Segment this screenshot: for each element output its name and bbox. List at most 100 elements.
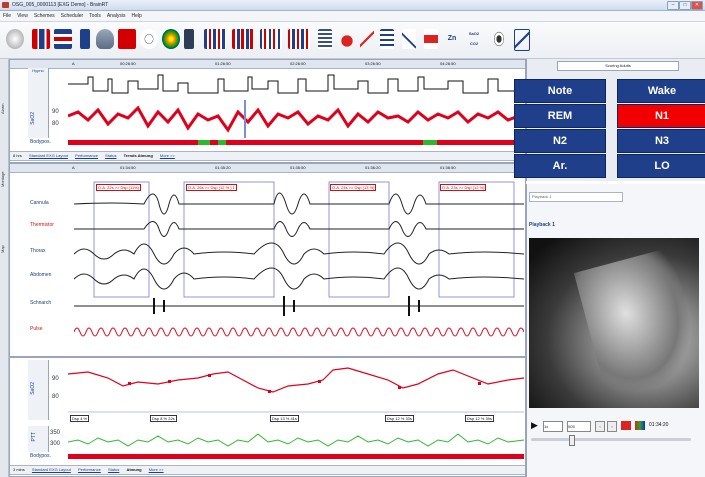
note-button[interactable]: Note: [514, 79, 606, 103]
person-icon[interactable]: [118, 29, 136, 49]
sao2-scale: SaO2: [28, 100, 49, 138]
map-tab[interactable]: Map: [0, 219, 8, 279]
desat-event-label[interactable]: Dsp 13 % 41s: [270, 415, 299, 422]
prev-frame-button[interactable]: ‹: [595, 421, 605, 432]
ecg-icon[interactable]: [360, 29, 374, 49]
video-seek-bar[interactable]: [531, 435, 691, 446]
apnea-event-label[interactable]: O.A. 26s >> Dsp (12 % ) 1: [186, 184, 237, 191]
tab-more[interactable]: More >>: [146, 466, 167, 473]
tab-status[interactable]: Status: [105, 466, 122, 473]
list-icon[interactable]: [318, 29, 332, 49]
ptt-trace: [68, 433, 524, 447]
color-icon[interactable]: [635, 421, 645, 430]
maximize-button[interactable]: □: [679, 1, 691, 10]
channel-label-abdomen: Abdomen: [30, 272, 52, 278]
bars-icon-2[interactable]: [232, 29, 254, 49]
wake-button[interactable]: Wake: [617, 79, 705, 103]
lights-off-button[interactable]: LO: [617, 154, 705, 178]
video-icon[interactable]: [184, 29, 194, 49]
desat-event-label[interactable]: Dsp 8 % 22s: [150, 415, 177, 422]
menu-analysis[interactable]: Analysis: [104, 11, 129, 21]
sao2-overview-trace: [68, 100, 524, 138]
apnea-event-label[interactable]: O.A. 24s >> Dsp (13 %): [330, 184, 377, 191]
desat-event-label[interactable]: Dsp 4 %: [70, 415, 90, 422]
play-icon[interactable]: ▶: [531, 420, 538, 431]
tab-status[interactable]: Status: [102, 152, 119, 159]
lungs-icon[interactable]: [340, 29, 354, 49]
apnea-event-label[interactable]: O.A. 22s >> Dsp (11%): [96, 184, 142, 191]
overview-tabs: 8 hrs Standard EXG Layout Performance St…: [10, 151, 525, 161]
menu-scheduler[interactable]: Scheduler: [58, 11, 87, 21]
scoring-mode-dropdown[interactable]: Scoring Adults: [557, 61, 679, 71]
trend-icon[interactable]: [514, 29, 530, 51]
signal-time: 01:34:50: [120, 165, 136, 170]
graph-icon[interactable]: [402, 29, 416, 49]
overview-time: 00:26:50: [120, 61, 136, 66]
video-controls: ▶ 1x 005 ‹ › 01:34:20: [529, 420, 704, 432]
topomap-icon[interactable]: [162, 29, 180, 49]
sao2-co2-button[interactable]: SaO2 CO2: [466, 29, 482, 49]
video-frame[interactable]: [529, 238, 705, 408]
window-title: OSG_005_0000113 [EXG Demo] - BrainRT: [12, 2, 109, 8]
layout-icon[interactable]: [54, 29, 72, 49]
signal-panel: A 01:34:50 01:35:20 01:35:50 01:36:20 01…: [9, 163, 526, 357]
apnea-event-label[interactable]: O.A. 23s >> Dsp (12 %): [440, 184, 487, 191]
desat-event-label[interactable]: Dsp 12 % 39s: [465, 415, 494, 422]
montage-tab[interactable]: Montage: [0, 149, 8, 209]
menu-tools[interactable]: Tools: [86, 11, 104, 21]
seek-thumb[interactable]: [569, 435, 575, 446]
menu-file[interactable]: File: [0, 11, 14, 21]
menu-help[interactable]: Help: [128, 11, 144, 21]
bars-icon-4[interactable]: [288, 29, 310, 49]
table-icon[interactable]: [380, 29, 394, 49]
minimize-button[interactable]: –: [667, 1, 679, 10]
overview-time: 04:26:50: [440, 61, 456, 66]
bars-icon-3[interactable]: [260, 29, 282, 49]
tab-performance[interactable]: Performance: [72, 152, 101, 159]
next-frame-button[interactable]: ›: [607, 421, 617, 432]
alarm-tab[interactable]: Alarm: [0, 79, 8, 139]
menu-schemes[interactable]: Schemes: [31, 11, 58, 21]
quality-dropdown[interactable]: 005: [567, 421, 591, 432]
tab-more[interactable]: More >>: [157, 152, 178, 159]
close-button[interactable]: ✕: [691, 1, 703, 10]
signal-time: 01:36:50: [440, 165, 456, 170]
menu-view[interactable]: View: [14, 11, 31, 21]
overview-time: 03:26:50: [365, 61, 381, 66]
playback-dropdown[interactable]: Playback 1: [529, 192, 623, 202]
arousal-button[interactable]: Ar.: [514, 154, 606, 178]
tab-trends-atmung[interactable]: Trends Atmung: [121, 152, 156, 159]
bodypos-trend-bar: [68, 454, 524, 459]
ptt-label: PTT: [31, 432, 37, 442]
zn-button[interactable]: Zn: [444, 29, 460, 49]
eye-icon[interactable]: [492, 29, 506, 49]
video-time: 01:34:20: [649, 422, 669, 428]
signal-marker: A: [72, 165, 75, 170]
n2-button[interactable]: N2: [514, 129, 606, 153]
stage-icon[interactable]: [80, 29, 90, 49]
n3-button[interactable]: N3: [617, 129, 705, 153]
epoch-selector[interactable]: 8 hrs: [10, 152, 25, 159]
sphere-icon[interactable]: [140, 29, 158, 49]
leg-icon[interactable]: [424, 29, 438, 49]
tab-standard-layout[interactable]: Standard EXG Layout: [29, 466, 74, 473]
tab-standard-layout[interactable]: Standard EXG Layout: [26, 152, 71, 159]
desat-event-label[interactable]: Dsp 12 % 33s: [385, 415, 414, 422]
hypnogram-trace: [68, 74, 524, 94]
n1-button[interactable]: N1: [617, 104, 705, 128]
montage-icon[interactable]: [32, 29, 50, 49]
tab-performance[interactable]: Performance: [75, 466, 104, 473]
record-icon[interactable]: [621, 421, 631, 430]
signal-time: 01:35:50: [290, 165, 306, 170]
side-tab-strip: Alarm Montage Map: [0, 59, 9, 477]
head-icon[interactable]: [96, 29, 114, 49]
speed-dropdown[interactable]: 1x: [543, 421, 563, 432]
tab-atmung[interactable]: Atmung: [123, 466, 144, 473]
ptt-scale: PTT: [28, 426, 49, 452]
channel-label-schnarch: Schnarch: [30, 300, 52, 306]
rem-button[interactable]: REM: [514, 104, 606, 128]
bars-icon[interactable]: [204, 29, 226, 49]
epoch-selector[interactable]: 3 mins: [10, 466, 28, 473]
channel-label-thorax: Thorax: [30, 248, 46, 254]
settings-gear-icon[interactable]: [6, 29, 24, 49]
